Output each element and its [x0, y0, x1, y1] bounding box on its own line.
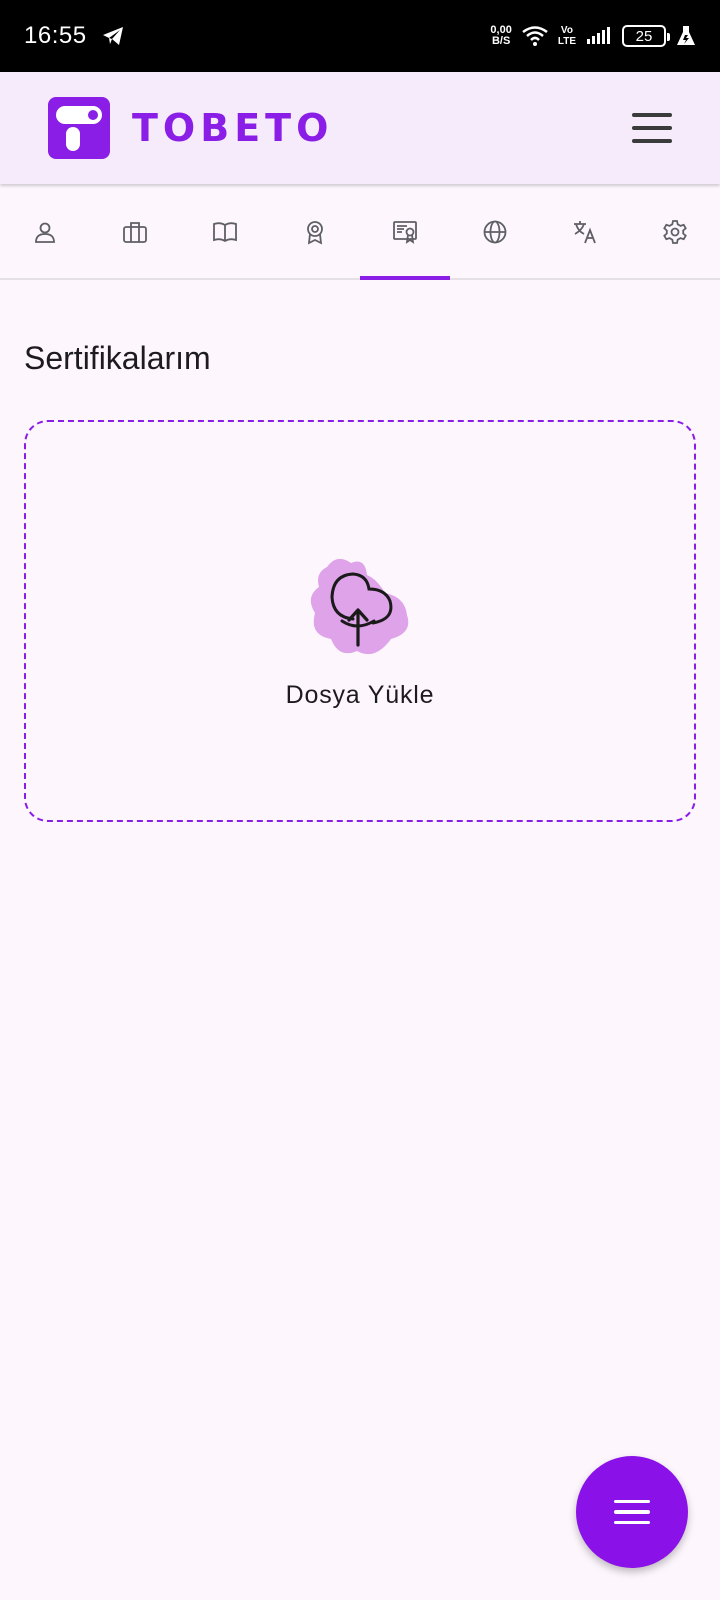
fab-menu-line	[614, 1499, 650, 1504]
volte-bottom: LTE	[557, 36, 576, 47]
upload-label: Dosya Yükle	[285, 680, 435, 709]
tab-settings[interactable]	[630, 186, 720, 278]
network-speed-unit: B/S	[491, 35, 511, 47]
fab-menu-line	[614, 1520, 650, 1525]
status-left: 16:55	[24, 22, 125, 50]
page-title: Sertifikalarım	[24, 340, 211, 376]
tobeto-logo-mark-icon	[48, 97, 110, 159]
award-icon	[307, 221, 323, 245]
tab-languages[interactable]	[540, 186, 630, 278]
status-right: 0,00 B/S Vo LTE 25	[490, 25, 696, 47]
file-upload-dropzone[interactable]: Dosya Yükle	[24, 420, 696, 822]
volte-top: Vo	[560, 25, 573, 36]
certificate-icon	[393, 221, 417, 244]
battery-level: 25	[635, 27, 653, 45]
person-icon	[35, 222, 55, 243]
fab-menu-button[interactable]	[576, 1456, 688, 1568]
tab-competencies[interactable]	[270, 186, 360, 278]
brand-name: TOBETO	[132, 106, 334, 150]
settings-icon	[663, 220, 687, 244]
hamburger-line	[632, 126, 672, 130]
hamburger-menu-button[interactable]	[632, 113, 672, 143]
tab-education[interactable]	[180, 186, 270, 278]
tobeto-logo[interactable]: TOBETO	[48, 97, 333, 159]
status-time: 16:55	[24, 22, 87, 49]
status-bar: 16:55 0,00 B/S Vo LTE 25	[0, 0, 720, 72]
book-icon	[213, 222, 237, 243]
tab-personal-info[interactable]	[0, 186, 90, 278]
tab-social-media[interactable]	[450, 186, 540, 278]
flask-icon	[677, 26, 695, 45]
volte-indicator: Vo LTE	[558, 25, 576, 47]
battery-icon: 25	[622, 25, 670, 47]
globe-icon	[483, 220, 507, 244]
telegram-icon	[102, 27, 123, 45]
tab-experience[interactable]	[90, 186, 180, 278]
fab-menu-line	[614, 1510, 650, 1514]
hamburger-line	[632, 139, 672, 143]
profile-tabs	[0, 186, 720, 280]
network-speed: 0,00 B/S	[490, 25, 511, 47]
translate-icon	[574, 221, 596, 244]
briefcase-icon	[123, 222, 147, 243]
tab-certificates[interactable]	[360, 186, 450, 280]
app-bar: TOBETO	[0, 72, 720, 184]
cloud-upload-icon	[310, 558, 409, 654]
hamburger-line	[632, 113, 672, 117]
wifi-icon	[522, 26, 548, 46]
signal-icon	[587, 27, 610, 44]
